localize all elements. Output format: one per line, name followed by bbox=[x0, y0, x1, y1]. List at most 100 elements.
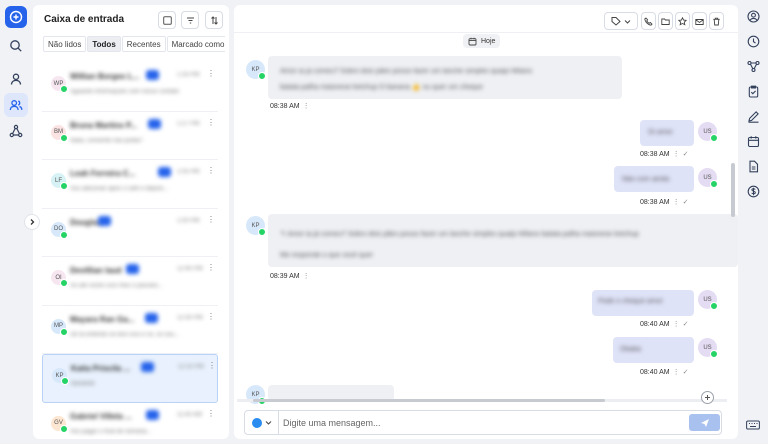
payments-button[interactable] bbox=[744, 182, 762, 200]
message-options-icon[interactable]: ⋮ bbox=[673, 199, 680, 206]
contacts-button[interactable] bbox=[4, 67, 28, 91]
add-button[interactable] bbox=[701, 391, 714, 404]
contact-name: Katia Priscila ... bbox=[71, 364, 131, 373]
contact-name: Douglas bbox=[70, 217, 102, 227]
message-list-scrollbar[interactable] bbox=[731, 163, 735, 217]
conversation-item[interactable]: KP Katia Priscila ... 12:10 PM ⋮ Bastante bbox=[42, 354, 218, 403]
filter-button[interactable] bbox=[181, 11, 199, 29]
tab-recentes[interactable]: Recentes bbox=[121, 36, 166, 52]
tab-marcado-como[interactable]: Marcado como bbox=[166, 36, 225, 52]
tab-nao-lidos[interactable]: Não lidos bbox=[43, 36, 87, 52]
message-options-icon[interactable]: ⋮ bbox=[303, 103, 310, 110]
message-text: Amor ia já comeu? Sobro dois pães posso … bbox=[280, 68, 533, 75]
message-meta: 08:38 AM ⋮ ✓ bbox=[640, 198, 688, 206]
conversation-item[interactable]: LF Leah Ferreira C... 1:05 PM ⋮ Vou adiciona… bbox=[42, 160, 218, 209]
whatsapp-icon bbox=[710, 350, 718, 358]
avatar-initials: KP bbox=[251, 66, 260, 73]
conversation-item[interactable]: OI Devillian laud 12:40 PM ⋮ Só até vocês is… bbox=[42, 257, 218, 306]
history-button[interactable] bbox=[744, 32, 762, 50]
inbox-tabs: Não lidos Todos Recentes Marcado como bbox=[43, 36, 225, 52]
documents-button[interactable] bbox=[744, 157, 762, 175]
more-options-icon[interactable]: ⋮ bbox=[207, 118, 215, 127]
whatsapp-icon bbox=[60, 327, 68, 336]
message-text: Oi amor bbox=[648, 129, 673, 136]
horizontal-scrollbar-thumb[interactable] bbox=[253, 399, 605, 402]
user-circle-icon bbox=[746, 9, 760, 23]
more-options-icon[interactable]: ⋮ bbox=[207, 312, 215, 321]
sort-button[interactable] bbox=[205, 11, 223, 29]
conversation-item[interactable]: WP Willian Borges L... 1:33 PM ⋮ Aguarde inf… bbox=[42, 63, 218, 112]
conversation-item[interactable]: GV Gabriel Villela ... 11:40 AM ⋮ Vou pagar … bbox=[42, 403, 218, 444]
status-badge bbox=[145, 312, 158, 323]
whatsapp-icon bbox=[710, 302, 718, 310]
whatsapp-icon bbox=[710, 134, 718, 142]
expand-panel-button[interactable] bbox=[24, 214, 40, 230]
whatsapp-icon bbox=[251, 417, 262, 428]
calendar-icon bbox=[747, 135, 759, 147]
right-tool-rail bbox=[739, 0, 768, 444]
message-preview: Aguarde informações com nosso contato bbox=[70, 89, 180, 95]
notes-button[interactable] bbox=[744, 107, 762, 125]
message-options-icon[interactable]: ⋮ bbox=[673, 369, 680, 376]
delivered-check-icon: ✓ bbox=[682, 151, 689, 158]
tab-todos[interactable]: Todos bbox=[87, 36, 121, 52]
delivered-check-icon: ✓ bbox=[682, 321, 689, 328]
send-button[interactable] bbox=[689, 414, 720, 431]
search-icon bbox=[10, 40, 22, 52]
message-options-icon[interactable]: ⋮ bbox=[673, 321, 680, 328]
message-text: Não com ainda bbox=[622, 176, 670, 183]
channel-selector[interactable] bbox=[245, 411, 279, 434]
history-icon bbox=[747, 35, 759, 47]
more-options-icon[interactable]: ⋮ bbox=[207, 166, 215, 175]
flow-button[interactable] bbox=[744, 57, 762, 75]
add-chat-icon bbox=[9, 10, 23, 24]
conversation-time: 12:40 PM bbox=[177, 266, 203, 272]
more-options-icon[interactable]: ⋮ bbox=[207, 263, 215, 272]
conversation-item[interactable]: MP Mayara Ran Ga... 12:30 PM ⋮ Ok tá entendo… bbox=[42, 306, 218, 354]
inbox-button[interactable] bbox=[4, 93, 28, 117]
status-badge bbox=[98, 215, 111, 226]
message-options-icon[interactable]: ⋮ bbox=[303, 273, 310, 280]
pen-icon bbox=[747, 110, 759, 123]
avatar-initials: KP bbox=[251, 391, 260, 398]
avatar-initials: US bbox=[703, 174, 712, 181]
plus-icon bbox=[705, 395, 710, 400]
contact-info-button[interactable] bbox=[744, 7, 762, 25]
status-badge bbox=[148, 118, 161, 129]
schedule-button[interactable] bbox=[744, 132, 762, 150]
message-meta: 08:40 AM ⋮ ✓ bbox=[640, 320, 688, 328]
message-bubble[interactable] bbox=[268, 214, 738, 267]
message-text-line-2: batata palha maionese ketchup O banana 👍… bbox=[280, 84, 483, 91]
conversation-time: 11:40 AM bbox=[177, 411, 202, 418]
whatsapp-icon bbox=[60, 182, 68, 190]
more-options-icon[interactable]: ⋮ bbox=[207, 409, 215, 418]
new-chat-button[interactable] bbox=[5, 6, 27, 28]
conversation-item[interactable]: DO Douglas 1:00 PM ⋮ bbox=[42, 209, 218, 257]
message-options-icon[interactable]: ⋮ bbox=[673, 151, 680, 158]
status-badge bbox=[158, 167, 171, 177]
more-options-icon[interactable]: ⋮ bbox=[207, 215, 215, 224]
integrations-button[interactable] bbox=[4, 119, 28, 143]
horizontal-scrollbar[interactable] bbox=[237, 399, 727, 402]
search-button[interactable] bbox=[4, 34, 28, 58]
more-options-icon[interactable]: ⋮ bbox=[208, 361, 216, 370]
message-text: Pode o cheque amor bbox=[598, 298, 663, 305]
tasks-button[interactable] bbox=[744, 82, 762, 100]
message-time: 08:40 AM bbox=[640, 369, 670, 376]
whatsapp-icon bbox=[710, 180, 718, 188]
keyboard-shortcuts-button[interactable] bbox=[744, 416, 762, 434]
chat-panel: Hoje KP Amor ia já comeu? Sobro dois pães… bbox=[234, 5, 738, 439]
contact-name: Devillian laud bbox=[70, 266, 122, 275]
message-bubble[interactable] bbox=[268, 56, 622, 99]
more-options-icon[interactable]: ⋮ bbox=[207, 69, 215, 78]
file-icon bbox=[748, 160, 758, 172]
delivered-check-icon: ✓ bbox=[682, 199, 689, 206]
message-input[interactable] bbox=[283, 411, 683, 434]
filter-icon bbox=[186, 16, 194, 24]
message-preview: Vou adicionar após o café e depois... bbox=[70, 186, 169, 192]
conversation-time: 1:00 PM bbox=[177, 217, 200, 224]
select-all-checkbox[interactable] bbox=[158, 11, 176, 29]
contact-name: Mayara Ran Ga... bbox=[70, 314, 135, 324]
conversation-item[interactable]: BM Bruna Martins P... 1:27 PM ⋮ Nalia, conse… bbox=[42, 112, 218, 160]
message-time: 08:40 AM bbox=[640, 321, 670, 328]
